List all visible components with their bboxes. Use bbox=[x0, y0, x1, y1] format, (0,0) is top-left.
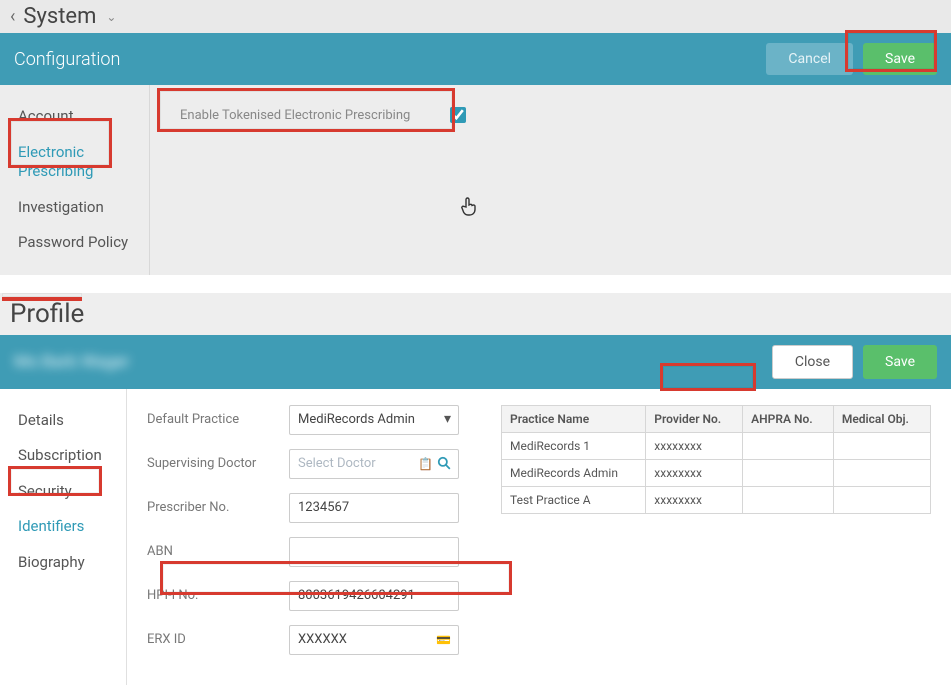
erx-id-label: ERX ID bbox=[147, 632, 277, 647]
chevron-down-icon[interactable]: ⌄ bbox=[106, 10, 116, 24]
hpii-label: HPI-I No. bbox=[147, 588, 277, 603]
table-row[interactable]: Test Practice A xxxxxxxx bbox=[502, 486, 931, 513]
hand-cursor-icon bbox=[460, 195, 478, 222]
th-practice-name[interactable]: Practice Name bbox=[502, 405, 646, 432]
sidebar-item-identifiers[interactable]: Identifiers bbox=[6, 509, 126, 545]
th-ahpra-no[interactable]: AHPRA No. bbox=[743, 405, 834, 432]
config-titlebar: Configuration Cancel Save bbox=[0, 33, 951, 85]
cell-practice: Test Practice A bbox=[502, 486, 646, 513]
sidebar-item-electronic-prescribing[interactable]: Electronic Prescribing bbox=[6, 135, 149, 190]
default-practice-select[interactable]: MediRecords Admin bbox=[289, 405, 459, 435]
config-title: Configuration bbox=[14, 49, 120, 70]
cell-ahpra bbox=[743, 459, 834, 486]
cancel-button[interactable]: Cancel bbox=[766, 43, 853, 75]
default-practice-label: Default Practice bbox=[147, 412, 277, 427]
profile-content: Default Practice MediRecords Admin Super… bbox=[126, 389, 951, 685]
cell-medobj bbox=[833, 432, 930, 459]
profile-titlebar: Ms Barb Wager Close Save bbox=[0, 335, 951, 389]
supervising-doctor-input[interactable] bbox=[289, 449, 459, 479]
cell-ahpra bbox=[743, 486, 834, 513]
th-medical-obj[interactable]: Medical Obj. bbox=[833, 405, 930, 432]
sidebar-item-password-policy[interactable]: Password Policy bbox=[6, 225, 149, 261]
prescriber-no-label: Prescriber No. bbox=[147, 500, 277, 515]
cell-medobj bbox=[833, 459, 930, 486]
clipboard-icon[interactable]: 📋 bbox=[418, 457, 433, 471]
config-sidebar: Account Electronic Prescribing Investiga… bbox=[0, 85, 150, 275]
supervising-doctor-label: Supervising Doctor bbox=[147, 456, 277, 471]
back-chevron-icon[interactable]: ‹ bbox=[10, 6, 15, 27]
sidebar-item-biography[interactable]: Biography bbox=[6, 545, 126, 581]
profile-name: Ms Barb Wager bbox=[14, 352, 130, 372]
cell-practice: MediRecords 1 bbox=[502, 432, 646, 459]
th-provider-no[interactable]: Provider No. bbox=[646, 405, 743, 432]
profile-heading: Profile bbox=[0, 293, 951, 335]
profile-body: Details Subscription Security Identifier… bbox=[0, 389, 951, 685]
table-row[interactable]: MediRecords 1 xxxxxxxx bbox=[502, 432, 931, 459]
erx-id-input[interactable] bbox=[289, 625, 459, 655]
config-content: Enable Tokenised Electronic Prescribing bbox=[150, 85, 951, 275]
hpii-input[interactable] bbox=[289, 581, 459, 611]
save-button[interactable]: Save bbox=[863, 43, 937, 75]
sidebar-item-subscription[interactable]: Subscription bbox=[6, 438, 126, 474]
sidebar-item-investigation[interactable]: Investigation bbox=[6, 190, 149, 226]
cell-provider: xxxxxxxx bbox=[646, 459, 743, 486]
cell-medobj bbox=[833, 486, 930, 513]
abn-input[interactable] bbox=[289, 537, 459, 567]
enable-tokenised-row: Enable Tokenised Electronic Prescribing bbox=[170, 101, 476, 129]
prescriber-no-input[interactable] bbox=[289, 493, 459, 523]
search-icon[interactable] bbox=[437, 456, 451, 474]
provider-table: Practice Name Provider No. AHPRA No. Med… bbox=[501, 405, 931, 514]
cell-provider: xxxxxxxx bbox=[646, 486, 743, 513]
card-icon[interactable]: 💳 bbox=[436, 633, 451, 647]
breadcrumb-title[interactable]: System bbox=[23, 4, 96, 29]
table-row[interactable]: MediRecords Admin xxxxxxxx bbox=[502, 459, 931, 486]
abn-label: ABN bbox=[147, 544, 277, 559]
sidebar-item-details[interactable]: Details bbox=[6, 403, 126, 439]
profile-save-button[interactable]: Save bbox=[863, 345, 937, 379]
breadcrumb: ‹ System ⌄ bbox=[0, 0, 951, 33]
sidebar-item-account[interactable]: Account bbox=[6, 99, 149, 135]
cell-provider: xxxxxxxx bbox=[646, 432, 743, 459]
profile-sidebar: Details Subscription Security Identifier… bbox=[0, 389, 126, 685]
cell-practice: MediRecords Admin bbox=[502, 459, 646, 486]
close-button[interactable]: Close bbox=[772, 345, 853, 379]
enable-tokenised-checkbox[interactable] bbox=[450, 107, 466, 123]
sidebar-item-security[interactable]: Security bbox=[6, 474, 126, 510]
enable-tokenised-label: Enable Tokenised Electronic Prescribing bbox=[180, 108, 410, 123]
config-body: Account Electronic Prescribing Investiga… bbox=[0, 85, 951, 275]
cell-ahpra bbox=[743, 432, 834, 459]
